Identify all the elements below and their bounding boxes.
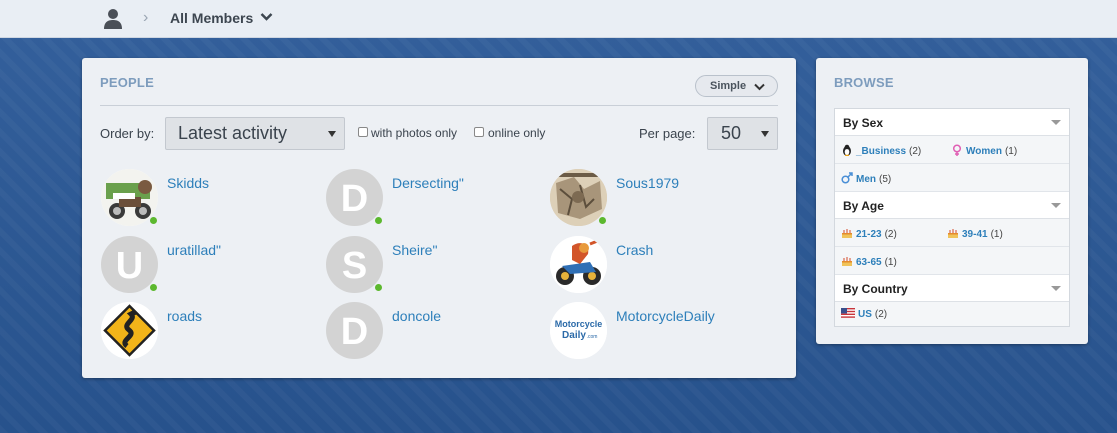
browse-item-age-39-41[interactable]: 39-41 (1) (947, 227, 1003, 240)
member-card[interactable]: roads (101, 302, 321, 360)
online-indicator (598, 216, 607, 225)
browse-item-business[interactable]: _Business (2) (841, 144, 921, 157)
people-heading: PEOPLE (100, 75, 154, 90)
browse-section-age[interactable]: By Age (835, 192, 1069, 219)
avatar[interactable]: D (326, 302, 383, 359)
browse-item-women[interactable]: Women (1) (951, 144, 1017, 157)
member-card[interactable]: S Sheire" (326, 236, 546, 294)
avatar-letter: S (341, 245, 368, 287)
divider (100, 105, 778, 106)
member-name[interactable]: MotorcycleDaily (616, 308, 715, 324)
per-page-select[interactable]: 50 (707, 117, 778, 150)
member-name[interactable]: doncole (392, 308, 441, 324)
section-title: By Country (843, 282, 908, 296)
chevron-down-icon[interactable] (260, 12, 273, 22)
online-only-checkbox[interactable] (474, 127, 484, 137)
member-name[interactable]: Sheire" (392, 242, 437, 258)
photos-only-label[interactable]: with photos only (371, 126, 457, 140)
online-indicator (149, 216, 158, 225)
browse-row: 63-65 (1) (835, 247, 1069, 275)
people-panel: PEOPLE Simple Order by: Latest activity … (82, 58, 796, 378)
avatar-letter: D (340, 178, 369, 220)
avatar-image (101, 302, 158, 359)
caret-down-icon[interactable] (1051, 120, 1061, 125)
male-icon (841, 172, 853, 184)
avatar-logo: Motorcycle Daily .com (550, 302, 607, 359)
page-title[interactable]: All Members (170, 10, 253, 26)
online-indicator (374, 283, 383, 292)
member-card[interactable]: Motorcycle Daily .com MotorcycleDaily (550, 302, 770, 360)
browse-item-age-63-65[interactable]: 63-65 (1) (841, 255, 897, 268)
caret-down-icon[interactable] (1051, 203, 1061, 208)
browse-item-country-us[interactable]: US (2) (841, 308, 887, 320)
online-indicator (374, 216, 383, 225)
member-card[interactable]: Crash (550, 236, 770, 294)
chevron-down-icon (754, 83, 765, 91)
avatar-logo-line-3: .com (587, 334, 598, 340)
caret-down-icon (761, 131, 769, 137)
per-page-value: 50 (721, 123, 742, 143)
cake-icon (842, 229, 852, 238)
member-card[interactable]: D doncole (326, 302, 546, 360)
browse-row: Men (5) (835, 164, 1069, 192)
member-card[interactable]: D Dersecting" (326, 169, 546, 227)
member-name[interactable]: roads (167, 308, 202, 324)
breadcrumb-separator: › (143, 9, 149, 26)
top-bar: › All Members (0, 0, 1117, 38)
member-card[interactable]: Sous1979 (550, 169, 770, 227)
view-mode-label: Simple (710, 80, 747, 92)
browse-row: 21-23 (2) 39-41 (1) (835, 219, 1069, 247)
member-name[interactable]: Dersecting" (392, 175, 464, 191)
browse-row: US (2) (835, 302, 1069, 326)
browse-section-country[interactable]: By Country (835, 275, 1069, 302)
order-by-select[interactable]: Latest activity (165, 117, 345, 150)
order-by-value: Latest activity (178, 123, 288, 143)
member-card[interactable]: U uratillad" (101, 236, 321, 294)
penguin-icon (843, 144, 851, 156)
avatar-logo-line-1: Motorcycle (555, 319, 603, 329)
browse-heading: BROWSE (834, 75, 894, 90)
member-card[interactable]: Skidds (101, 169, 321, 227)
online-indicator (149, 283, 158, 292)
browse-panel: BROWSE By Sex _Business (2) Women (1) Men (816, 58, 1088, 344)
browse-item-age-21-23[interactable]: 21-23 (2) (841, 227, 897, 240)
member-name[interactable]: Skidds (167, 175, 209, 191)
avatar-letter: D (340, 311, 369, 353)
avatar[interactable] (101, 302, 158, 359)
avatar-logo-line-2: Daily (562, 330, 586, 341)
caret-down-icon (328, 131, 336, 137)
browse-item-men[interactable]: Men (5) (841, 172, 891, 185)
member-name[interactable]: Crash (616, 242, 653, 258)
view-mode-button[interactable]: Simple (695, 75, 778, 97)
avatar[interactable] (550, 236, 607, 293)
photos-only-checkbox[interactable] (358, 127, 368, 137)
cake-icon (948, 229, 958, 238)
browse-section-sex[interactable]: By Sex (835, 109, 1069, 136)
avatar[interactable]: Motorcycle Daily .com (550, 302, 607, 359)
online-only-label[interactable]: online only (488, 126, 545, 140)
member-name[interactable]: uratillad" (167, 242, 221, 258)
member-name[interactable]: Sous1979 (616, 175, 679, 191)
female-icon (952, 144, 962, 156)
per-page-label: Per page: (639, 126, 696, 141)
caret-down-icon[interactable] (1051, 286, 1061, 291)
section-title: By Age (843, 199, 884, 213)
us-flag-icon (841, 308, 855, 318)
cake-icon (842, 257, 852, 266)
browse-list: By Sex _Business (2) Women (1) Men (5) B… (834, 108, 1070, 327)
browse-row: _Business (2) Women (1) (835, 136, 1069, 164)
user-icon[interactable] (103, 8, 123, 29)
section-title: By Sex (843, 116, 884, 130)
order-by-label: Order by: (100, 126, 155, 141)
avatar-image (550, 236, 607, 293)
avatar-letter: U (115, 245, 144, 287)
